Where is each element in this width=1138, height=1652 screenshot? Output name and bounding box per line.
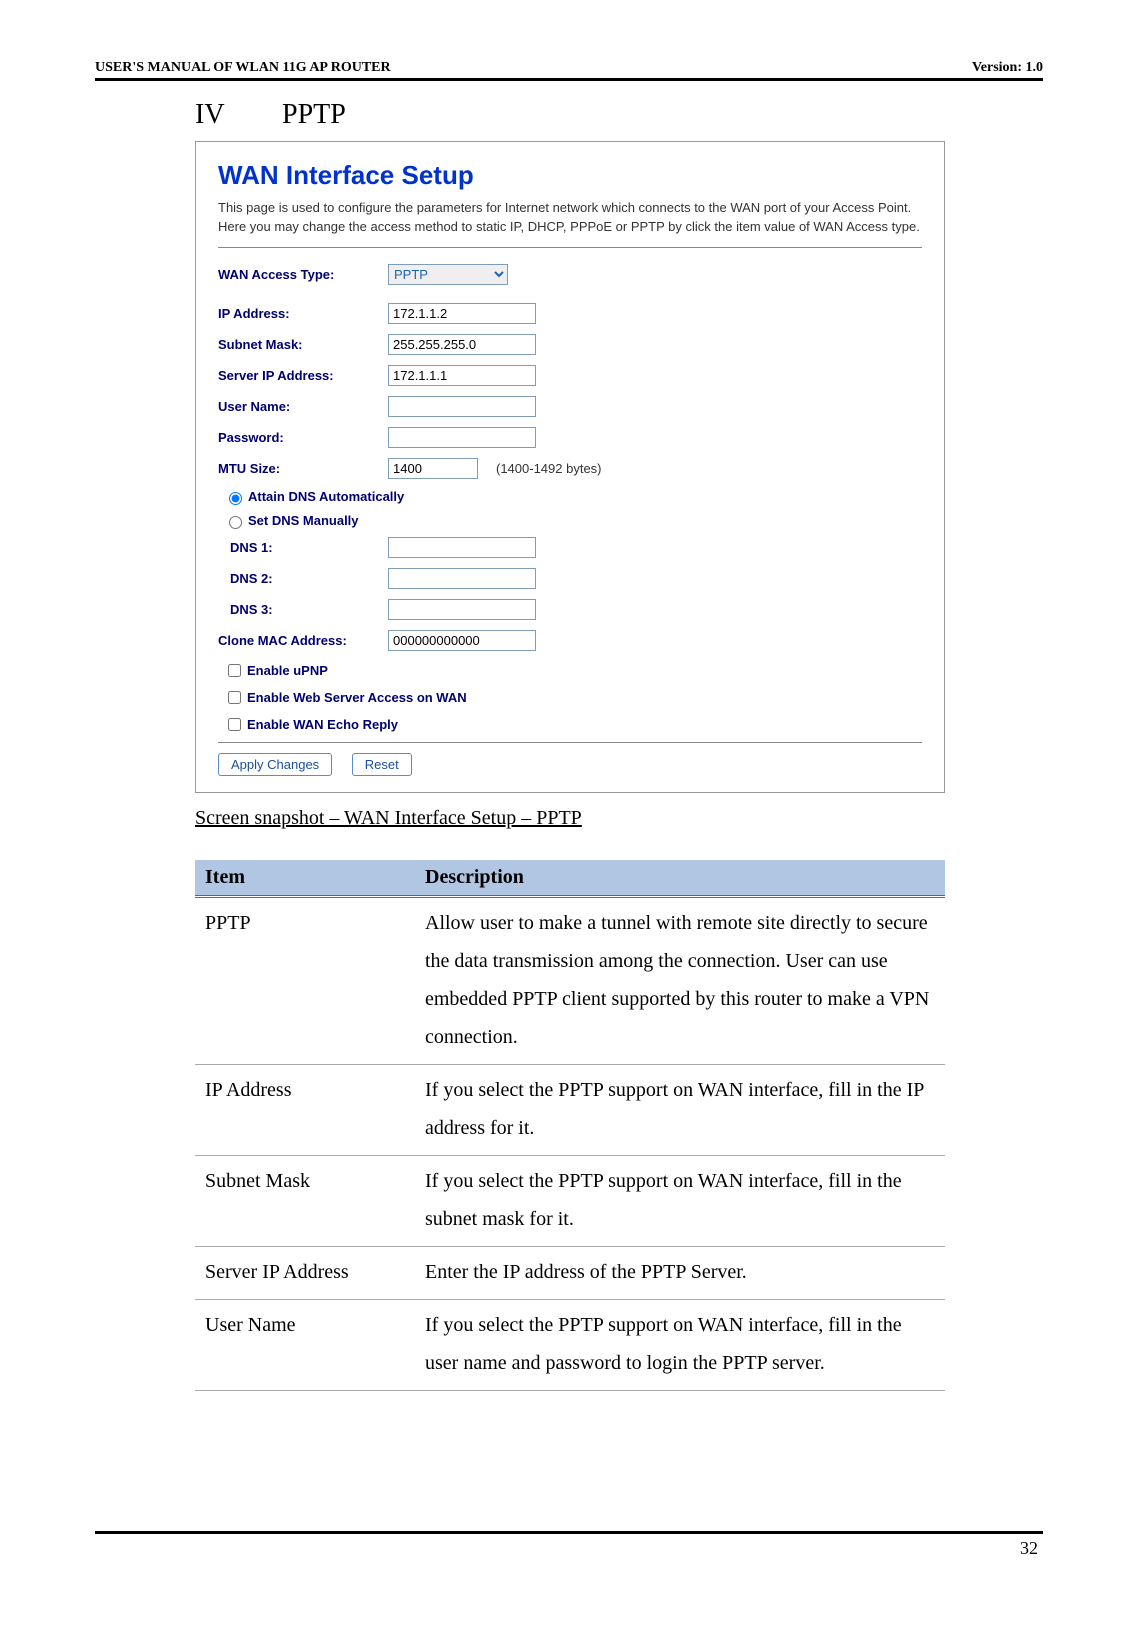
table-row: User Name If you select the PPTP support… bbox=[195, 1299, 945, 1390]
table-cell-item: PPTP bbox=[195, 896, 415, 1064]
table-cell-desc: If you select the PPTP support on WAN in… bbox=[415, 1299, 945, 1390]
table-cell-item: IP Address bbox=[195, 1064, 415, 1155]
dns1-input[interactable] bbox=[388, 537, 536, 558]
table-cell-item: Subnet Mask bbox=[195, 1155, 415, 1246]
user-name-label: User Name: bbox=[218, 399, 388, 414]
table-cell-item: Server IP Address bbox=[195, 1246, 415, 1299]
attain-dns-radio[interactable] bbox=[229, 492, 242, 505]
description-table: Item Description PPTP Allow user to make… bbox=[195, 860, 945, 1391]
table-row: Subnet Mask If you select the PPTP suppo… bbox=[195, 1155, 945, 1246]
wan-title: WAN Interface Setup bbox=[218, 160, 922, 191]
dns2-input[interactable] bbox=[388, 568, 536, 589]
table-header-item: Item bbox=[195, 860, 415, 897]
table-cell-desc: Allow user to make a tunnel with remote … bbox=[415, 896, 945, 1064]
user-name-input[interactable] bbox=[388, 396, 536, 417]
ip-address-label: IP Address: bbox=[218, 306, 388, 321]
password-input[interactable] bbox=[388, 427, 536, 448]
mtu-label: MTU Size: bbox=[218, 461, 388, 476]
dns3-input[interactable] bbox=[388, 599, 536, 620]
section-title: PPTP bbox=[282, 99, 346, 130]
wan-description: This page is used to configure the param… bbox=[218, 199, 922, 237]
mtu-note: (1400-1492 bytes) bbox=[496, 461, 602, 476]
page-footer: 32 bbox=[95, 1531, 1043, 1559]
access-type-label: WAN Access Type: bbox=[218, 267, 388, 282]
set-dns-radio[interactable] bbox=[229, 516, 242, 529]
page-number: 32 bbox=[1020, 1538, 1038, 1558]
access-type-select[interactable]: PPTP bbox=[388, 264, 508, 285]
page-header: USER'S MANUAL OF WLAN 11G AP ROUTER Vers… bbox=[95, 60, 1043, 81]
header-right: Version: 1.0 bbox=[972, 60, 1043, 76]
password-label: Password: bbox=[218, 430, 388, 445]
server-ip-input[interactable] bbox=[388, 365, 536, 386]
subnet-mask-label: Subnet Mask: bbox=[218, 337, 388, 352]
divider bbox=[218, 247, 922, 248]
server-ip-label: Server IP Address: bbox=[218, 368, 388, 383]
section-heading: IV PPTP bbox=[195, 99, 1043, 131]
webserver-checkbox[interactable] bbox=[228, 691, 241, 704]
table-cell-desc: Enter the IP address of the PPTP Server. bbox=[415, 1246, 945, 1299]
table-row: IP Address If you select the PPTP suppor… bbox=[195, 1064, 945, 1155]
divider bbox=[218, 742, 922, 743]
wan-setup-screenshot: WAN Interface Setup This page is used to… bbox=[195, 141, 945, 793]
dns2-label: DNS 2: bbox=[230, 571, 388, 586]
attain-dns-label: Attain DNS Automatically bbox=[248, 489, 404, 504]
table-header-description: Description bbox=[415, 860, 945, 897]
clone-mac-label: Clone MAC Address: bbox=[218, 633, 388, 648]
section-roman: IV bbox=[195, 99, 275, 131]
table-cell-desc: If you select the PPTP support on WAN in… bbox=[415, 1155, 945, 1246]
clone-mac-input[interactable] bbox=[388, 630, 536, 651]
mtu-input[interactable] bbox=[388, 458, 478, 479]
dns1-label: DNS 1: bbox=[230, 540, 388, 555]
table-cell-item: User Name bbox=[195, 1299, 415, 1390]
subnet-mask-input[interactable] bbox=[388, 334, 536, 355]
upnp-checkbox[interactable] bbox=[228, 664, 241, 677]
header-left: USER'S MANUAL OF WLAN 11G AP ROUTER bbox=[95, 60, 391, 76]
echo-checkbox[interactable] bbox=[228, 718, 241, 731]
reset-button[interactable]: Reset bbox=[352, 753, 412, 776]
echo-label: Enable WAN Echo Reply bbox=[247, 717, 398, 732]
upnp-label: Enable uPNP bbox=[247, 663, 328, 678]
ip-address-input[interactable] bbox=[388, 303, 536, 324]
table-cell-desc: If you select the PPTP support on WAN in… bbox=[415, 1064, 945, 1155]
set-dns-label: Set DNS Manually bbox=[248, 513, 359, 528]
webserver-label: Enable Web Server Access on WAN bbox=[247, 690, 467, 705]
screenshot-caption: Screen snapshot – WAN Interface Setup – … bbox=[195, 807, 1043, 830]
table-row: PPTP Allow user to make a tunnel with re… bbox=[195, 896, 945, 1064]
table-row: Server IP Address Enter the IP address o… bbox=[195, 1246, 945, 1299]
apply-changes-button[interactable]: Apply Changes bbox=[218, 753, 332, 776]
dns3-label: DNS 3: bbox=[230, 602, 388, 617]
